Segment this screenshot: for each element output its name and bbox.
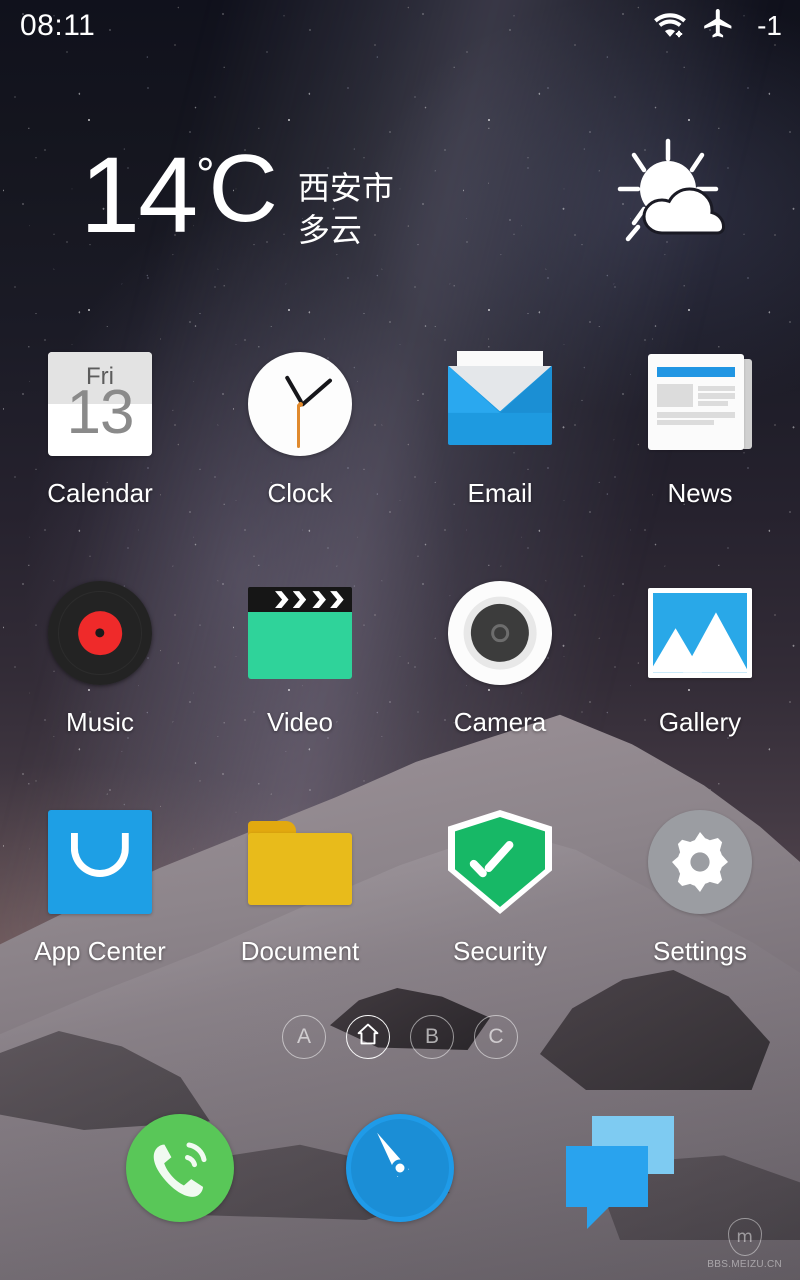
app-icon-settings[interactable]: Settings: [600, 810, 800, 967]
dock-item-browser[interactable]: [346, 1114, 454, 1222]
app-label: Settings: [653, 936, 747, 966]
shield-check-icon: [448, 810, 552, 914]
newspaper-icon: [648, 352, 752, 456]
battery-indicator: -1: [757, 10, 782, 41]
weather-temperature-block: 14 ° C: [80, 133, 278, 255]
watermark: m BBS.MEIZU.CN: [707, 1218, 782, 1270]
page-indicator-home[interactable]: [346, 1015, 390, 1059]
app-icon-clock[interactable]: Clock: [200, 352, 400, 509]
app-label: Security: [453, 936, 547, 966]
watermark-text: BBS.MEIZU.CN: [707, 1259, 782, 1270]
chat-bubbles-icon: [566, 1114, 674, 1230]
app-icon-video[interactable]: Video: [200, 581, 400, 738]
dock-item-messages[interactable]: [566, 1114, 674, 1230]
app-label: Music: [66, 707, 134, 737]
airplane-mode-icon: [701, 8, 733, 44]
app-label: Clock: [267, 478, 333, 508]
weather-city: 西安市: [297, 168, 394, 207]
meizu-m-logo: m: [727, 1218, 762, 1256]
calendar-day-number: 13: [66, 378, 135, 447]
folder-icon: [248, 810, 352, 914]
app-icon-music[interactable]: Music: [0, 581, 200, 738]
page-indicator-b[interactable]: B: [410, 1015, 454, 1059]
sun-behind-cloud-icon: [606, 137, 738, 260]
clapperboard-icon: [248, 581, 352, 685]
dock-item-phone[interactable]: [126, 1114, 234, 1222]
status-bar-icons: -1: [653, 8, 782, 44]
page-indicator-row: A B C: [0, 1014, 800, 1060]
app-label: App Center: [34, 936, 166, 966]
dock: [0, 1112, 800, 1230]
status-bar: 08:11 -1: [0, 0, 800, 52]
app-label: Document: [240, 936, 360, 966]
app-icon-calendar[interactable]: Fri 13 Calendar: [0, 352, 200, 509]
phone-handset-icon: [126, 1114, 234, 1222]
app-icon-email[interactable]: Email: [400, 351, 600, 509]
weather-temperature-value: 14: [80, 133, 198, 255]
app-label: News: [667, 478, 733, 508]
clock-icon: [248, 352, 352, 456]
app-icon-news[interactable]: News: [600, 352, 800, 509]
app-icon-document[interactable]: Document: [200, 810, 400, 967]
app-icon-gallery[interactable]: Gallery: [600, 581, 800, 738]
page-indicator-a[interactable]: A: [282, 1015, 326, 1059]
app-icon-security[interactable]: Security: [400, 810, 600, 967]
weather-condition: 多云: [297, 211, 362, 249]
home-icon: [356, 1022, 380, 1052]
email-envelope-icon: [448, 351, 552, 456]
compass-needle-icon: [346, 1114, 454, 1222]
weather-unit: C: [208, 134, 278, 242]
shopping-bag-icon: [48, 810, 152, 914]
home-screen: 08:11 -1 14 ° C 西安市 多云 Fri 13 Calendar C…: [0, 0, 800, 1280]
page-indicator-c[interactable]: C: [474, 1015, 518, 1059]
app-icon-camera[interactable]: Camera: [400, 581, 600, 738]
status-bar-clock: 08:11: [20, 9, 96, 42]
weather-location-block: 西安市 多云: [298, 167, 394, 251]
app-icon-app-center[interactable]: App Center: [0, 810, 200, 967]
calendar-icon: Fri 13: [48, 352, 152, 456]
app-label: Camera: [453, 707, 547, 737]
app-label: Gallery: [658, 707, 742, 737]
gear-icon: [648, 810, 752, 914]
weather-text-block: 14 ° C 西安市 多云: [0, 133, 394, 255]
app-label: Email: [467, 478, 533, 508]
app-label: Video: [266, 707, 334, 737]
camera-lens-icon: [448, 581, 552, 685]
vinyl-record-icon: [48, 581, 152, 685]
weather-widget[interactable]: 14 ° C 西安市 多云: [0, 128, 800, 268]
app-label: Calendar: [47, 478, 153, 508]
photo-mountains-icon: [648, 581, 752, 685]
app-grid: Fri 13 Calendar Clock Email News Music V…: [0, 351, 800, 967]
wifi-icon: [653, 10, 687, 43]
